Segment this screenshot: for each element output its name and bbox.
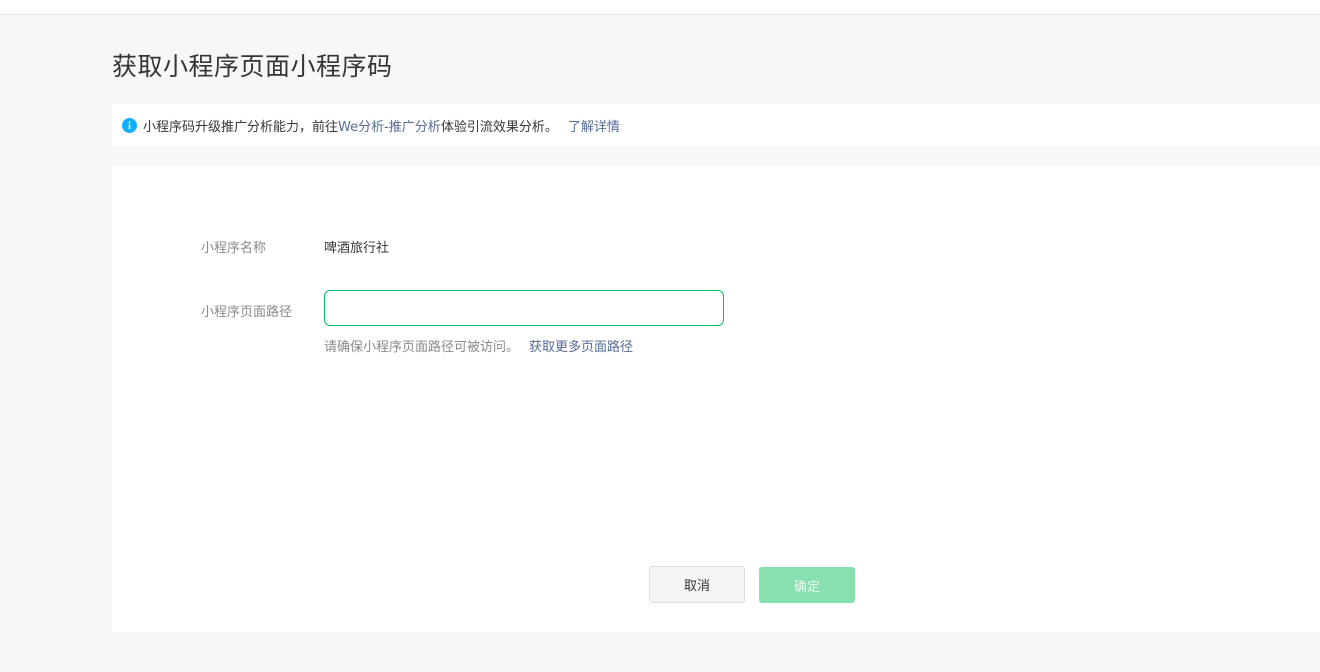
learn-more-link[interactable]: 了解详情 <box>568 116 620 135</box>
more-paths-link[interactable]: 获取更多页面路径 <box>529 340 633 355</box>
notice-text-after: 体验引流效果分析。 <box>440 119 558 135</box>
name-value: 啤酒旅行社 <box>324 241 390 256</box>
confirm-button[interactable]: 确定 <box>759 567 855 603</box>
page-title: 获取小程序页面小程序码 <box>112 52 393 81</box>
path-input[interactable] <box>324 290 724 326</box>
info-icon <box>122 117 137 133</box>
name-label: 小程序名称 <box>201 241 267 256</box>
path-tip: 请确保小程序页面路径可被访问。 获取更多页面路径 <box>324 336 633 355</box>
path-label: 小程序页面路径 <box>201 305 293 320</box>
we-analysis-link[interactable]: We分析-推广分析 <box>338 116 441 135</box>
top-bar <box>0 0 1320 15</box>
notice-banner: 小程序码升级推广分析能力，前往 We分析-推广分析 体验引流效果分析。 了解详情 <box>112 104 1320 146</box>
notice-text-before: 小程序码升级推广分析能力，前往 <box>143 119 339 135</box>
path-tip-text: 请确保小程序页面路径可被访问。 <box>324 340 520 355</box>
form-panel: 小程序名称 啤酒旅行社 小程序页面路径 请确保小程序页面路径可被访问。 获取更多页… <box>112 166 1320 632</box>
cancel-button[interactable]: 取消 <box>649 566 745 603</box>
